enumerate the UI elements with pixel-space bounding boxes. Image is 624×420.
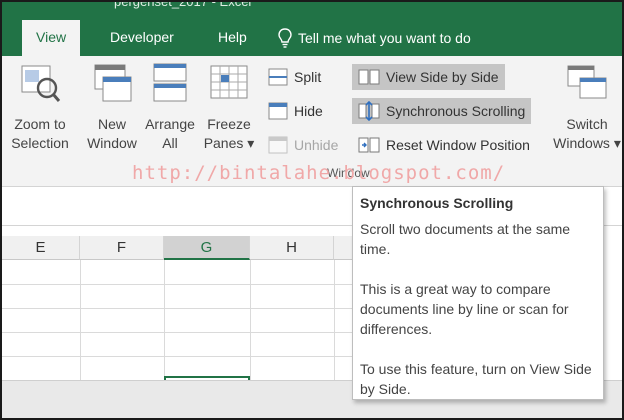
tooltip-paragraph-3: To use this feature, turn on View Side b…: [360, 361, 592, 397]
hide-icon: [268, 102, 288, 120]
hide-button[interactable]: Hide: [262, 99, 329, 123]
column-header-f[interactable]: F: [80, 236, 164, 260]
arrange-all-label-1: Arrange: [145, 116, 195, 132]
tab-view[interactable]: View: [22, 20, 81, 56]
tooltip-paragraph-2: This is a great way to compare documents…: [360, 281, 569, 337]
zoom-to-selection-label-2: Selection: [11, 135, 69, 151]
arrange-all-button[interactable]: Arrange All: [142, 62, 198, 153]
switch-windows-label-2: Windows ▾: [553, 135, 621, 151]
freeze-panes-button[interactable]: Freeze Panes ▾: [200, 62, 258, 153]
unhide-button[interactable]: Unhide: [262, 133, 344, 157]
grid-line: [2, 332, 362, 333]
grid-line: [334, 260, 335, 380]
title-bar: pergenset_2017 - Excel View Developer He…: [2, 2, 622, 56]
watermark: http://bintalahe.blogspot.com/: [132, 162, 506, 184]
split-icon: [268, 68, 288, 86]
reset-window-position-icon: [358, 137, 380, 153]
split-label: Split: [294, 69, 322, 85]
tab-developer[interactable]: Developer: [96, 20, 188, 56]
freeze-panes-icon: [210, 65, 248, 99]
excel-window: pergenset_2017 - Excel View Developer He…: [0, 0, 624, 420]
tooltip-paragraph-1: Scroll two documents at the same time.: [360, 221, 571, 257]
grid-line: [2, 356, 362, 357]
column-header-g[interactable]: G: [164, 236, 250, 260]
switch-windows-icon: [567, 65, 607, 99]
tell-me-search[interactable]: Tell me what you want to do: [278, 20, 471, 56]
synchronous-scrolling-icon: [358, 101, 380, 121]
arrange-all-icon: [153, 63, 187, 102]
grid-line: [250, 260, 251, 380]
zoom-to-selection-button[interactable]: Zoom to Selection: [8, 62, 72, 153]
column-header-e[interactable]: E: [2, 236, 80, 260]
window-title: pergenset_2017 - Excel: [114, 0, 252, 9]
grid-line: [80, 260, 81, 380]
grid-line: [2, 308, 362, 309]
view-side-by-side-icon: [358, 69, 380, 85]
new-window-button[interactable]: New Window: [82, 62, 142, 153]
tab-help[interactable]: Help: [204, 20, 261, 56]
freeze-panes-label-1: Freeze: [207, 116, 251, 132]
zoom-to-selection-icon: [21, 65, 61, 102]
column-header-h[interactable]: H: [250, 236, 334, 260]
freeze-panes-label-2: Panes ▾: [203, 135, 255, 151]
view-side-by-side-label: View Side by Side: [386, 69, 499, 85]
view-side-by-side-button[interactable]: View Side by Side: [352, 64, 505, 90]
new-window-label-1: New: [97, 116, 126, 132]
tell-me-label: Tell me what you want to do: [298, 30, 471, 46]
new-window-icon: [94, 64, 132, 102]
hide-label: Hide: [294, 103, 323, 119]
reset-window-position-label: Reset Window Position: [386, 137, 530, 153]
switch-windows-button[interactable]: Switch Windows ▾: [548, 62, 622, 153]
tooltip-title: Synchronous Scrolling: [360, 195, 514, 211]
arrange-all-label-2: All: [162, 135, 178, 151]
grid-line: [2, 284, 362, 285]
grid-line: [164, 260, 165, 380]
zoom-to-selection-label-1: Zoom to: [14, 116, 66, 132]
synchronous-scrolling-tooltip: Synchronous Scrolling Scroll two documen…: [352, 186, 604, 400]
synchronous-scrolling-label: Synchronous Scrolling: [386, 103, 526, 119]
split-button[interactable]: Split: [262, 65, 327, 89]
lightbulb-icon: [278, 28, 292, 48]
switch-windows-label-1: Switch: [566, 116, 608, 132]
synchronous-scrolling-button[interactable]: Synchronous Scrolling: [352, 98, 532, 124]
new-window-label-2: Window: [87, 135, 137, 151]
unhide-icon: [268, 136, 288, 154]
unhide-label: Unhide: [294, 137, 339, 153]
reset-window-position-button[interactable]: Reset Window Position: [352, 133, 536, 157]
